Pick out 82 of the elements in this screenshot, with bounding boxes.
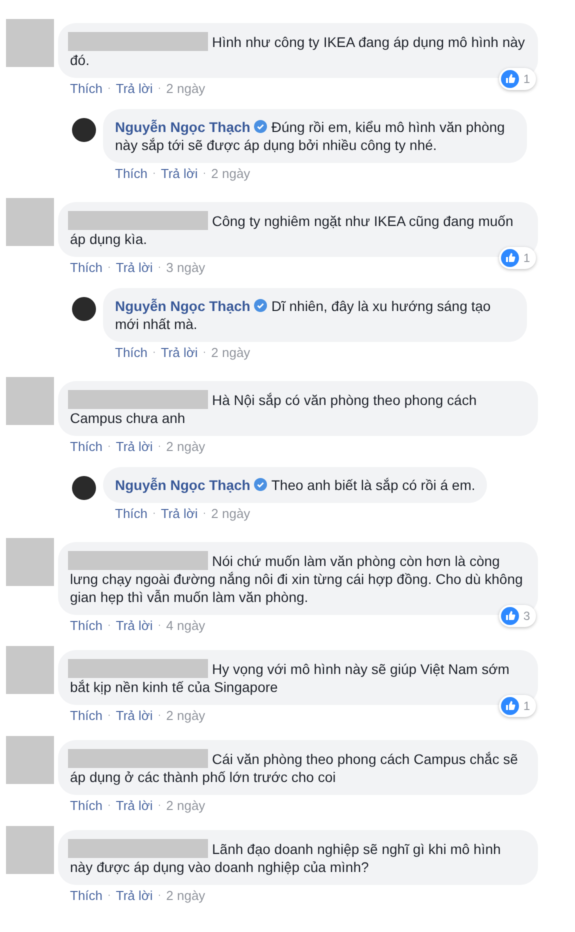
comment-text: Hy vọng với mô hình này sẽ giúp Việt Nam sớm bắt kịp nền kinh tế của Singapore [70, 659, 510, 696]
timestamp: 2 ngày [211, 344, 250, 361]
avatar-placeholder [6, 377, 54, 425]
reply-link[interactable]: Trả lời [116, 707, 153, 724]
reply-link[interactable]: Trả lời [160, 165, 198, 182]
avatar-placeholder [6, 826, 54, 874]
reaction-count: 1 [523, 698, 530, 715]
separator-dot: · [158, 440, 162, 454]
comment-text: Hình như công ty IKEA đang áp dụng mô hình này đó. [70, 32, 526, 69]
separator-dot: · [152, 507, 156, 521]
like-link[interactable]: Thích [70, 80, 103, 97]
separator-dot: · [158, 799, 162, 813]
like-link[interactable]: Thích [70, 797, 103, 814]
reaction-count: 1 [523, 250, 530, 267]
separator-dot: · [202, 507, 206, 521]
timestamp: 3 ngày [166, 259, 206, 276]
thumbs-up-icon [501, 70, 520, 88]
like-link[interactable]: Thích [115, 165, 148, 182]
separator-dot: · [158, 889, 162, 903]
comment-text: Công ty nghiêm ngặt như IKEA cũng đang muốn áp dụng kìa. [70, 211, 514, 248]
thumbs-up-icon [501, 249, 520, 267]
comment-text: Nguyễn Ngọc Thạch Dĩ nhiên, đây là xu hướng sáng tạo mới nhất mà. [115, 297, 492, 333]
author-name-link[interactable]: Nguyễn Ngọc Thạch [115, 477, 250, 493]
separator-dot: · [202, 167, 206, 181]
thumbs-up-icon [501, 697, 520, 715]
thumbs-up-icon [501, 607, 520, 625]
comment-text: Nguyễn Ngọc Thạch Theo anh biết là sắp có rồi á em. [115, 476, 476, 494]
like-link[interactable]: Thích [70, 438, 103, 455]
timestamp: 2 ngày [166, 707, 206, 724]
avatar-placeholder [6, 646, 54, 694]
separator-dot: · [152, 346, 156, 360]
separator-dot: · [158, 82, 162, 96]
timestamp: 2 ngày [211, 165, 250, 182]
separator-dot: · [108, 261, 111, 275]
timestamp: 4 ngày [166, 617, 206, 634]
avatar-placeholder [6, 538, 54, 586]
like-link[interactable]: Thích [70, 617, 103, 634]
reaction-count-badge[interactable]: 1 [499, 247, 536, 269]
comment-text: Nói chứ muốn làm văn phòng còn hơn là còng lưng chạy ngoài đường nắng nôi đi xin từng cái hợp đồng. Cho dù không gian hẹp thì vẫn muốn làm văn phòng. [70, 551, 524, 606]
separator-dot: · [108, 889, 111, 903]
timestamp: 2 ngày [211, 505, 250, 522]
avatar-placeholder [6, 198, 54, 246]
reply-link[interactable]: Trả lời [160, 505, 198, 522]
reaction-count-badge[interactable]: 1 [499, 695, 536, 717]
like-link[interactable]: Thích [115, 344, 148, 361]
like-link[interactable]: Thích [70, 707, 103, 724]
timestamp: 2 ngày [166, 887, 206, 904]
reaction-count: 1 [523, 71, 530, 88]
avatar-placeholder [6, 19, 54, 67]
timestamp: 2 ngày [166, 438, 206, 455]
separator-dot: · [108, 709, 111, 723]
reaction-count: 3 [523, 608, 530, 625]
separator-dot: · [202, 346, 206, 360]
reaction-count-badge[interactable]: 3 [499, 605, 536, 627]
separator-dot: · [152, 167, 156, 181]
comment-text: Lãnh đạo doanh nghiệp sẽ nghĩ gì khi mô hình này được áp dụng vào doanh nghiệp của mình? [70, 839, 502, 876]
reaction-count-badge[interactable]: 1 [499, 68, 536, 90]
author-name-link[interactable]: Nguyễn Ngọc Thạch [115, 298, 250, 314]
reply-link[interactable]: Trả lời [116, 887, 153, 904]
reply-link[interactable]: Trả lời [116, 80, 153, 97]
comment-text: Cái văn phòng theo phong cách Campus chắc sẽ áp dụng ở các thành phố lớn trước cho coi [70, 749, 519, 786]
like-link[interactable]: Thích [70, 259, 103, 276]
reply-link[interactable]: Trả lời [116, 617, 153, 634]
comment-text: Nguyễn Ngọc Thạch Đúng rồi em, kiểu mô hình văn phòng này sắp tới sẽ được áp dụng bởi nhiều công ty nhé. [115, 118, 506, 154]
separator-dot: · [158, 261, 162, 275]
timestamp: 2 ngày [166, 80, 206, 97]
reply-link[interactable]: Trả lời [116, 259, 153, 276]
separator-dot: · [158, 619, 162, 633]
comment-text: Hà Nội sắp có văn phòng theo phong cách Campus chưa anh [70, 390, 478, 427]
reply-link[interactable]: Trả lời [160, 344, 198, 361]
separator-dot: · [108, 619, 111, 633]
separator-dot: · [108, 799, 111, 813]
timestamp: 2 ngày [166, 797, 206, 814]
like-link[interactable]: Thích [70, 887, 103, 904]
separator-dot: · [108, 82, 111, 96]
separator-dot: · [108, 440, 111, 454]
author-name-link[interactable]: Nguyễn Ngọc Thạch [115, 119, 250, 135]
like-link[interactable]: Thích [115, 505, 148, 522]
reply-link[interactable]: Trả lời [116, 438, 153, 455]
avatar-placeholder [6, 736, 54, 784]
separator-dot: · [158, 709, 162, 723]
reply-link[interactable]: Trả lời [116, 797, 153, 814]
